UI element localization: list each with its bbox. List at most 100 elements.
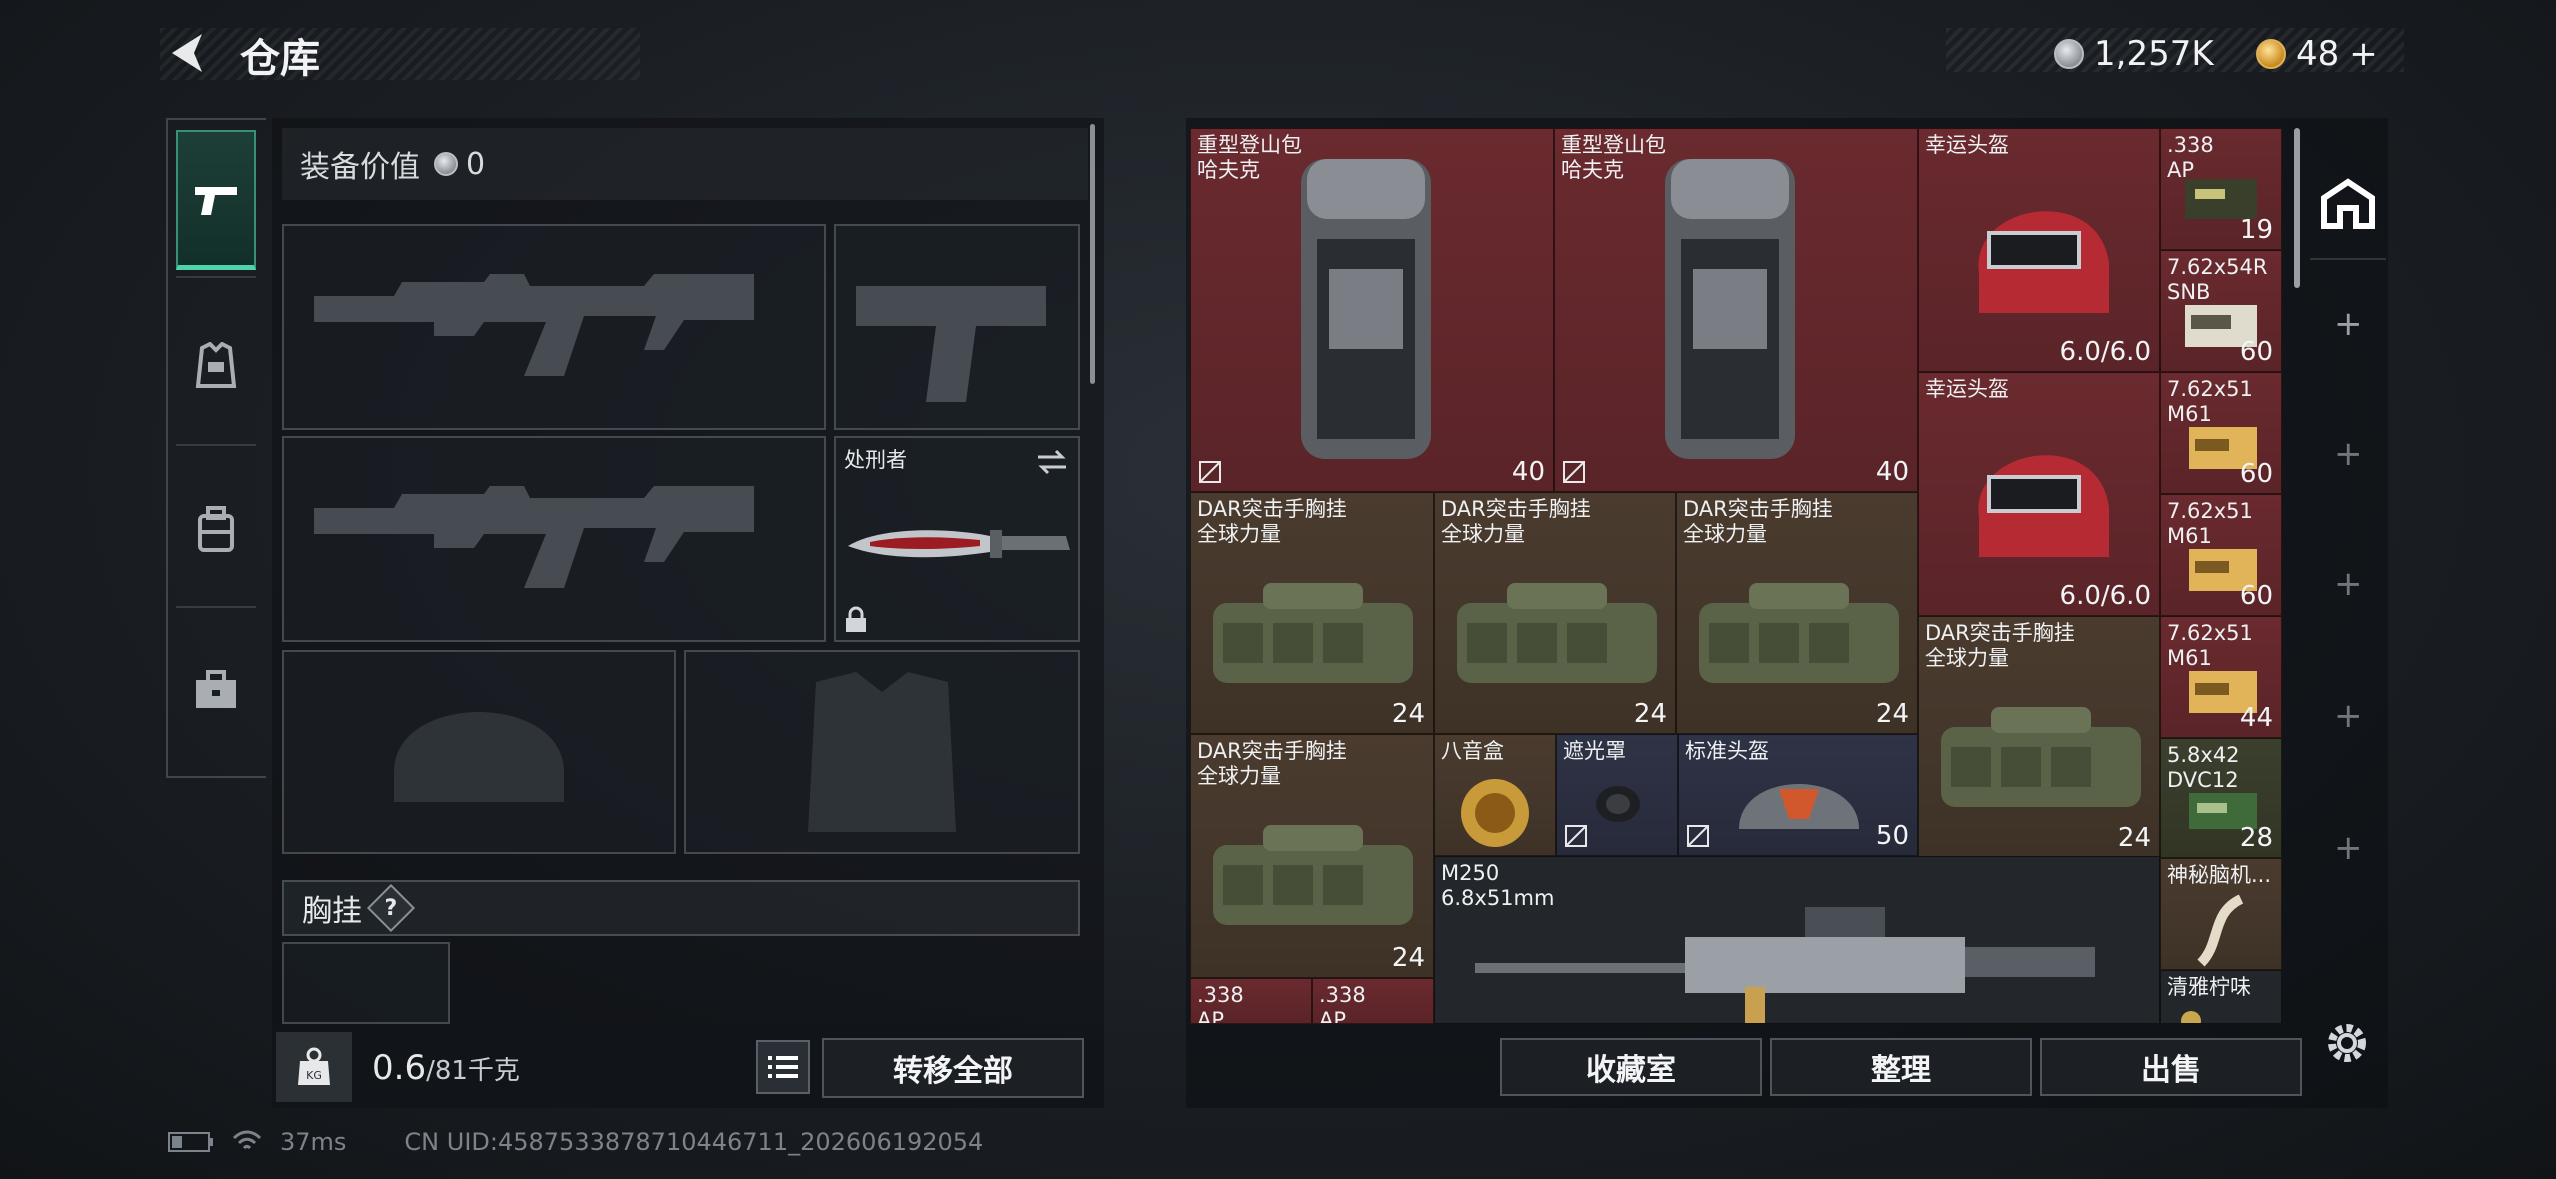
- rail-divider: [176, 276, 256, 278]
- stash-item[interactable]: 八音盒: [1434, 734, 1556, 856]
- item-name: DAR突击手胸挂 全球力量: [1925, 621, 2075, 670]
- chest-rig-header: 胸挂 ?: [282, 880, 1080, 936]
- body-armor-slot[interactable]: [684, 650, 1080, 854]
- chest-rig-item-icon: [1213, 825, 1413, 925]
- scrollbar[interactable]: [2294, 128, 2300, 288]
- backpack-item-icon: [1301, 159, 1431, 459]
- back-button[interactable]: [166, 30, 212, 76]
- stash-item[interactable]: 遮光罩: [1556, 734, 1678, 856]
- stash-item[interactable]: 幸运头盔 6.0/6.0: [1918, 128, 2160, 372]
- helmet-item-icon: [1739, 784, 1859, 829]
- scrollbar[interactable]: [1090, 124, 1095, 384]
- rifle-silhouette-icon: [314, 274, 754, 376]
- ping-readout: 37ms: [280, 1128, 347, 1156]
- item-name: 7.62x54R SNB: [2167, 255, 2268, 304]
- stash-item[interactable]: 重型登山包 哈夫克 40: [1554, 128, 1918, 492]
- stash-item[interactable]: DAR突击手胸挂 全球力量 24: [1190, 734, 1434, 978]
- sort-button[interactable]: 整理: [1770, 1038, 2032, 1096]
- status-bar: 37ms CN UID:4587533878710446711_20260619…: [168, 1128, 983, 1156]
- lemon-icon: [2181, 1011, 2201, 1023]
- svg-text:KG: KG: [306, 1069, 322, 1082]
- add-page-icon[interactable]: +: [2334, 307, 2363, 341]
- transfer-all-button[interactable]: 转移全部: [822, 1038, 1084, 1098]
- helmet-item-icon: [1978, 455, 2109, 557]
- item-name: DAR突击手胸挂 全球力量: [1197, 739, 1347, 788]
- helmet-silhouette-icon: [394, 712, 564, 802]
- stash-item[interactable]: 标准头盔 50: [1678, 734, 1918, 856]
- stash-item[interactable]: 7.62x51 M61 60: [2160, 494, 2282, 616]
- gold-amount: 48: [2296, 34, 2340, 74]
- list-view-button[interactable]: [756, 1040, 810, 1094]
- item-name: .338 AP: [1319, 983, 1366, 1024]
- settings-button[interactable]: [2322, 1018, 2372, 1068]
- primary-weapon-slot[interactable]: [282, 224, 826, 430]
- add-page-icon[interactable]: +: [2334, 831, 2363, 865]
- weight-readout: 0.6/81千克: [372, 1048, 520, 1088]
- add-page-icon[interactable]: +: [2334, 699, 2363, 733]
- silver-coin-icon: [434, 152, 458, 176]
- tab-weapons[interactable]: [176, 130, 256, 270]
- title-bar-background: [160, 28, 640, 80]
- stash-page-main[interactable]: [2310, 150, 2386, 260]
- help-icon[interactable]: ?: [366, 883, 416, 933]
- list-icon: [768, 1056, 798, 1078]
- stash-item[interactable]: DAR突击手胸挂 全球力量 24: [1434, 492, 1676, 734]
- stash-item[interactable]: 神秘脑机...: [2160, 858, 2282, 970]
- gold-currency[interactable]: 48 +: [2256, 34, 2378, 74]
- item-name: DAR突击手胸挂 全球力量: [1683, 497, 1833, 546]
- sidearm-slot[interactable]: [834, 224, 1080, 430]
- item-count: 60: [2239, 459, 2273, 489]
- gold-plus-button[interactable]: +: [2349, 34, 2378, 74]
- stash-item[interactable]: 幸运头盔 6.0/6.0: [1918, 372, 2160, 616]
- item-name: 7.62x51 M61: [2167, 499, 2253, 548]
- item-name: DAR突击手胸挂 全球力量: [1441, 497, 1591, 546]
- helmet-item-icon: [1978, 211, 2109, 313]
- melee-slot[interactable]: 处刑者: [834, 436, 1080, 642]
- stash-item[interactable]: 7.62x51 M61 60: [2160, 372, 2282, 494]
- tab-backpack[interactable]: [176, 460, 256, 600]
- bound-item-icon: [1687, 825, 1709, 847]
- knife-icon: [848, 530, 1070, 558]
- sell-button[interactable]: 出售: [2040, 1038, 2302, 1096]
- rail-divider: [176, 444, 256, 446]
- melee-item-name: 处刑者: [844, 448, 907, 472]
- wifi-icon: [232, 1130, 262, 1150]
- silver-currency[interactable]: 1,257K: [2054, 34, 2214, 74]
- bound-item-icon: [1563, 461, 1585, 483]
- item-count: 44: [2239, 703, 2273, 733]
- user-uid: CN UID:4587533878710446711_202606192054: [404, 1128, 984, 1156]
- secondary-weapon-slot[interactable]: [282, 436, 826, 642]
- bound-item-icon: [1565, 825, 1587, 847]
- swap-icon[interactable]: [1036, 448, 1068, 476]
- item-name: 7.62x51 M61: [2167, 621, 2253, 670]
- stash-item[interactable]: .338 AP: [1312, 978, 1434, 1024]
- stash-item[interactable]: DAR突击手胸挂 全球力量 24: [1676, 492, 1918, 734]
- bound-item-icon: [1199, 461, 1221, 483]
- stash-item[interactable]: 7.62x51 M61 44: [2160, 616, 2282, 738]
- tab-armor[interactable]: [176, 296, 256, 436]
- stash-item[interactable]: DAR突击手胸挂 全球力量 24: [1190, 492, 1434, 734]
- stash-item[interactable]: 5.8x42 DVC12 28: [2160, 738, 2282, 858]
- chest-rig-slot[interactable]: [282, 942, 450, 1024]
- item-capacity: 24: [1875, 699, 1909, 729]
- collection-room-button[interactable]: 收藏室: [1500, 1038, 1762, 1096]
- item-name: 5.8x42 DVC12: [2167, 743, 2240, 792]
- rifle-silhouette-icon: [314, 486, 754, 588]
- weight-current: 0.6: [372, 1048, 427, 1088]
- stash-item[interactable]: DAR突击手胸挂 全球力量 24: [1918, 616, 2160, 858]
- stash-item[interactable]: .338 AP: [1190, 978, 1312, 1024]
- add-page-icon[interactable]: +: [2334, 437, 2363, 471]
- item-capacity: 24: [1633, 699, 1667, 729]
- add-page-icon[interactable]: +: [2334, 567, 2363, 601]
- stash-item[interactable]: .338 AP 19: [2160, 128, 2282, 250]
- stash-item[interactable]: 清雅柠味: [2160, 970, 2282, 1024]
- stash-item[interactable]: 7.62x54R SNB 60: [2160, 250, 2282, 372]
- item-count: 60: [2239, 337, 2273, 367]
- helmet-slot[interactable]: [282, 650, 676, 854]
- stash-item[interactable]: M250 6.8x51mm: [1434, 856, 2160, 1024]
- stash-item[interactable]: 重型登山包 哈夫克 40: [1190, 128, 1554, 492]
- silver-amount: 1,257K: [2094, 34, 2214, 74]
- weight-capacity: /81千克: [426, 1056, 520, 1086]
- item-capacity: 24: [1391, 699, 1425, 729]
- tab-case[interactable]: [176, 620, 256, 760]
